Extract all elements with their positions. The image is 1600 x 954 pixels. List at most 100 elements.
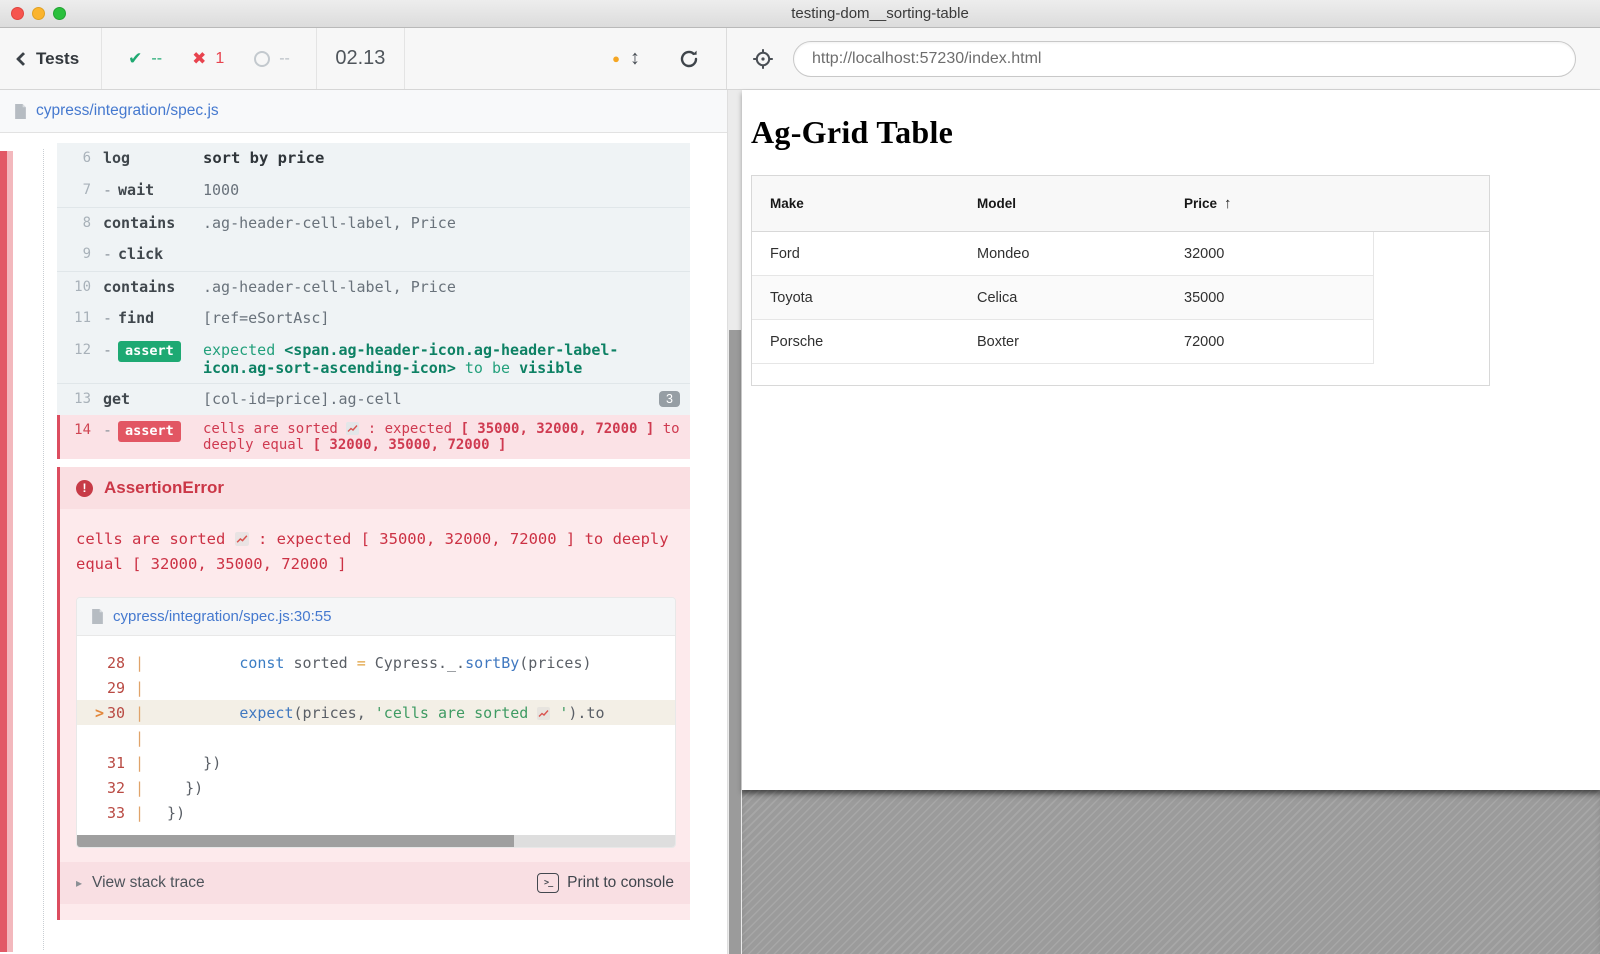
pipe-separator: | <box>135 779 149 797</box>
aut-panel: Ag-Grid Table Make Model Price↑ Ford Mon… <box>742 90 1600 954</box>
column-header-price[interactable]: Price↑ <box>1166 195 1373 212</box>
test-stats: ✔ -- ✖ 1 -- <box>102 28 317 89</box>
stat-failed[interactable]: ✖ 1 <box>192 49 224 69</box>
cell-price: 35000 <box>1166 290 1373 306</box>
viewport-hatched-area <box>742 790 1600 954</box>
command-row-contains[interactable]: 8 contains .ag-header-cell-label, Price <box>57 207 690 239</box>
table-row[interactable]: Porsche Boxter 72000 <box>752 320 1373 364</box>
assertion-error-block: ! AssertionError cells are sorted : expe… <box>57 467 690 920</box>
main-split: cypress/integration/spec.js 6 log sort b… <box>0 90 1600 954</box>
command-row-find[interactable]: 11 -find [ref=eSortAsc] <box>57 303 690 335</box>
error-footer: ▸ View stack trace >_ Print to console <box>60 862 690 904</box>
file-icon <box>91 609 104 624</box>
command-number: 14 <box>60 421 91 453</box>
grid-empty-space <box>752 364 1489 385</box>
command-row-wait[interactable]: 7 -wait 1000 <box>57 175 690 207</box>
table-row[interactable]: Toyota Celica 35000 <box>752 276 1373 320</box>
view-stack-trace-label: View stack trace <box>92 874 205 892</box>
command-method: log <box>103 149 203 169</box>
child-dash: - <box>103 309 112 327</box>
command-row-contains-2[interactable]: 10 contains .ag-header-cell-label, Price <box>57 271 690 303</box>
error-icon: ! <box>76 480 93 497</box>
refresh-icon <box>678 48 700 70</box>
command-message: [col-id=price].ag-cell <box>203 390 690 409</box>
reporter-panel: cypress/integration/spec.js 6 log sort b… <box>0 90 727 954</box>
code-line-28: 28 | const sorted = Cypress._.sortBy(pri… <box>77 650 675 675</box>
scrollbar-thumb[interactable] <box>77 835 514 847</box>
code-horizontal-scrollbar[interactable] <box>77 835 675 847</box>
assert-badge: assert <box>118 341 181 362</box>
back-to-tests-label: Tests <box>36 49 79 69</box>
command-row-click[interactable]: 9 -click <box>57 239 690 271</box>
command-number: 9 <box>57 245 91 265</box>
error-header[interactable]: ! AssertionError <box>60 467 690 509</box>
auto-scroll-indicator[interactable]: ● ↕ <box>612 47 640 70</box>
cell-model: Mondeo <box>959 246 1166 262</box>
url-text: http://localhost:57230/index.html <box>812 50 1041 68</box>
spec-file-link[interactable]: cypress/integration/spec.js <box>36 102 219 120</box>
check-icon: ✔ <box>128 49 142 69</box>
child-dash: - <box>103 341 112 359</box>
code-line-number: 31 <box>77 754 135 772</box>
error-file-link[interactable]: cypress/integration/spec.js:30:55 <box>113 608 331 625</box>
code-line-32: 32 | }) <box>77 775 675 800</box>
command-row-log[interactable]: 6 log sort by price <box>57 143 690 175</box>
grid-rows: Ford Mondeo 32000 Toyota Celica 35000 Po… <box>752 232 1374 364</box>
pipe-separator: | <box>135 654 149 672</box>
page-title: Ag-Grid Table <box>751 114 1600 151</box>
column-header-make[interactable]: Make <box>752 196 959 211</box>
chevron-left-icon <box>16 51 30 65</box>
child-dash: - <box>103 421 112 439</box>
code-frame: cypress/integration/spec.js:30:55 28 | c… <box>76 597 676 848</box>
command-method: -click <box>103 245 203 265</box>
test-duration: 02.13 <box>317 28 405 89</box>
app-window: testing-dom__sorting-table Tests ✔ -- ✖ … <box>0 0 1600 954</box>
command-method: contains <box>103 214 203 233</box>
command-row-assert-pass[interactable]: 12 -assert expected <span.ag-header-icon… <box>57 335 690 383</box>
command-number: 11 <box>57 309 91 329</box>
command-message: expected <span.ag-header-icon.ag-header-… <box>203 341 690 377</box>
command-row-get[interactable]: 13 get [col-id=price].ag-cell 3 <box>57 383 690 415</box>
cell-price: 32000 <box>1166 246 1373 262</box>
command-message: sort by price <box>203 149 690 169</box>
table-row[interactable]: Ford Mondeo 32000 <box>752 232 1373 276</box>
grid-header-row: Make Model Price↑ <box>752 176 1489 232</box>
column-header-model[interactable]: Model <box>959 196 1166 211</box>
code-line-30-marked: > 30 | expect(prices, 'cells are sorted … <box>77 700 675 725</box>
url-bar[interactable]: http://localhost:57230/index.html <box>793 41 1576 77</box>
error-line-marker: > <box>95 704 104 722</box>
element-count-badge: 3 <box>659 391 680 407</box>
scrollbar-thumb[interactable] <box>729 330 741 954</box>
command-number: 6 <box>57 149 91 169</box>
reporter-vertical-scrollbar[interactable] <box>727 90 742 954</box>
command-method: contains <box>103 278 203 297</box>
pipe-separator: | <box>135 754 149 772</box>
cypress-toolbar: Tests ✔ -- ✖ 1 -- 02.13 ● <box>0 28 1600 90</box>
reporter-header: Tests ✔ -- ✖ 1 -- 02.13 ● <box>0 28 727 89</box>
triangle-right-icon: ▸ <box>76 876 82 890</box>
print-to-console-button[interactable]: >_ Print to console <box>537 873 674 893</box>
child-dash: - <box>103 181 112 199</box>
stat-passed[interactable]: ✔ -- <box>128 49 162 69</box>
spec-header: cypress/integration/spec.js <box>0 90 727 133</box>
selector-playground-button[interactable] <box>751 47 775 71</box>
chart-increasing-icon <box>346 422 359 435</box>
restart-tests-button[interactable] <box>678 48 700 70</box>
command-number: 8 <box>57 214 91 233</box>
stat-pending[interactable]: -- <box>254 50 290 68</box>
command-method: -assert <box>103 341 203 377</box>
pending-circle-icon <box>254 51 270 67</box>
command-row-assert-fail[interactable]: 14 -assert cells are sorted : expected [… <box>57 415 690 459</box>
pipe-separator: | <box>135 729 149 747</box>
code-line-33: 33 | }) <box>77 800 675 825</box>
file-icon <box>14 104 27 119</box>
command-number: 7 <box>57 181 91 201</box>
terminal-icon: >_ <box>537 873 559 893</box>
test-indent-guide <box>43 149 44 950</box>
command-log: 6 log sort by price 7 -wait 1000 8 conta… <box>57 143 690 459</box>
back-to-tests-button[interactable]: Tests <box>0 28 102 89</box>
cell-make: Ford <box>752 246 959 262</box>
view-stack-trace-button[interactable]: ▸ View stack trace <box>76 874 205 892</box>
toolbar-controls: ● ↕ <box>405 28 726 89</box>
command-message: cells are sorted : expected [ 35000, 320… <box>203 421 690 453</box>
